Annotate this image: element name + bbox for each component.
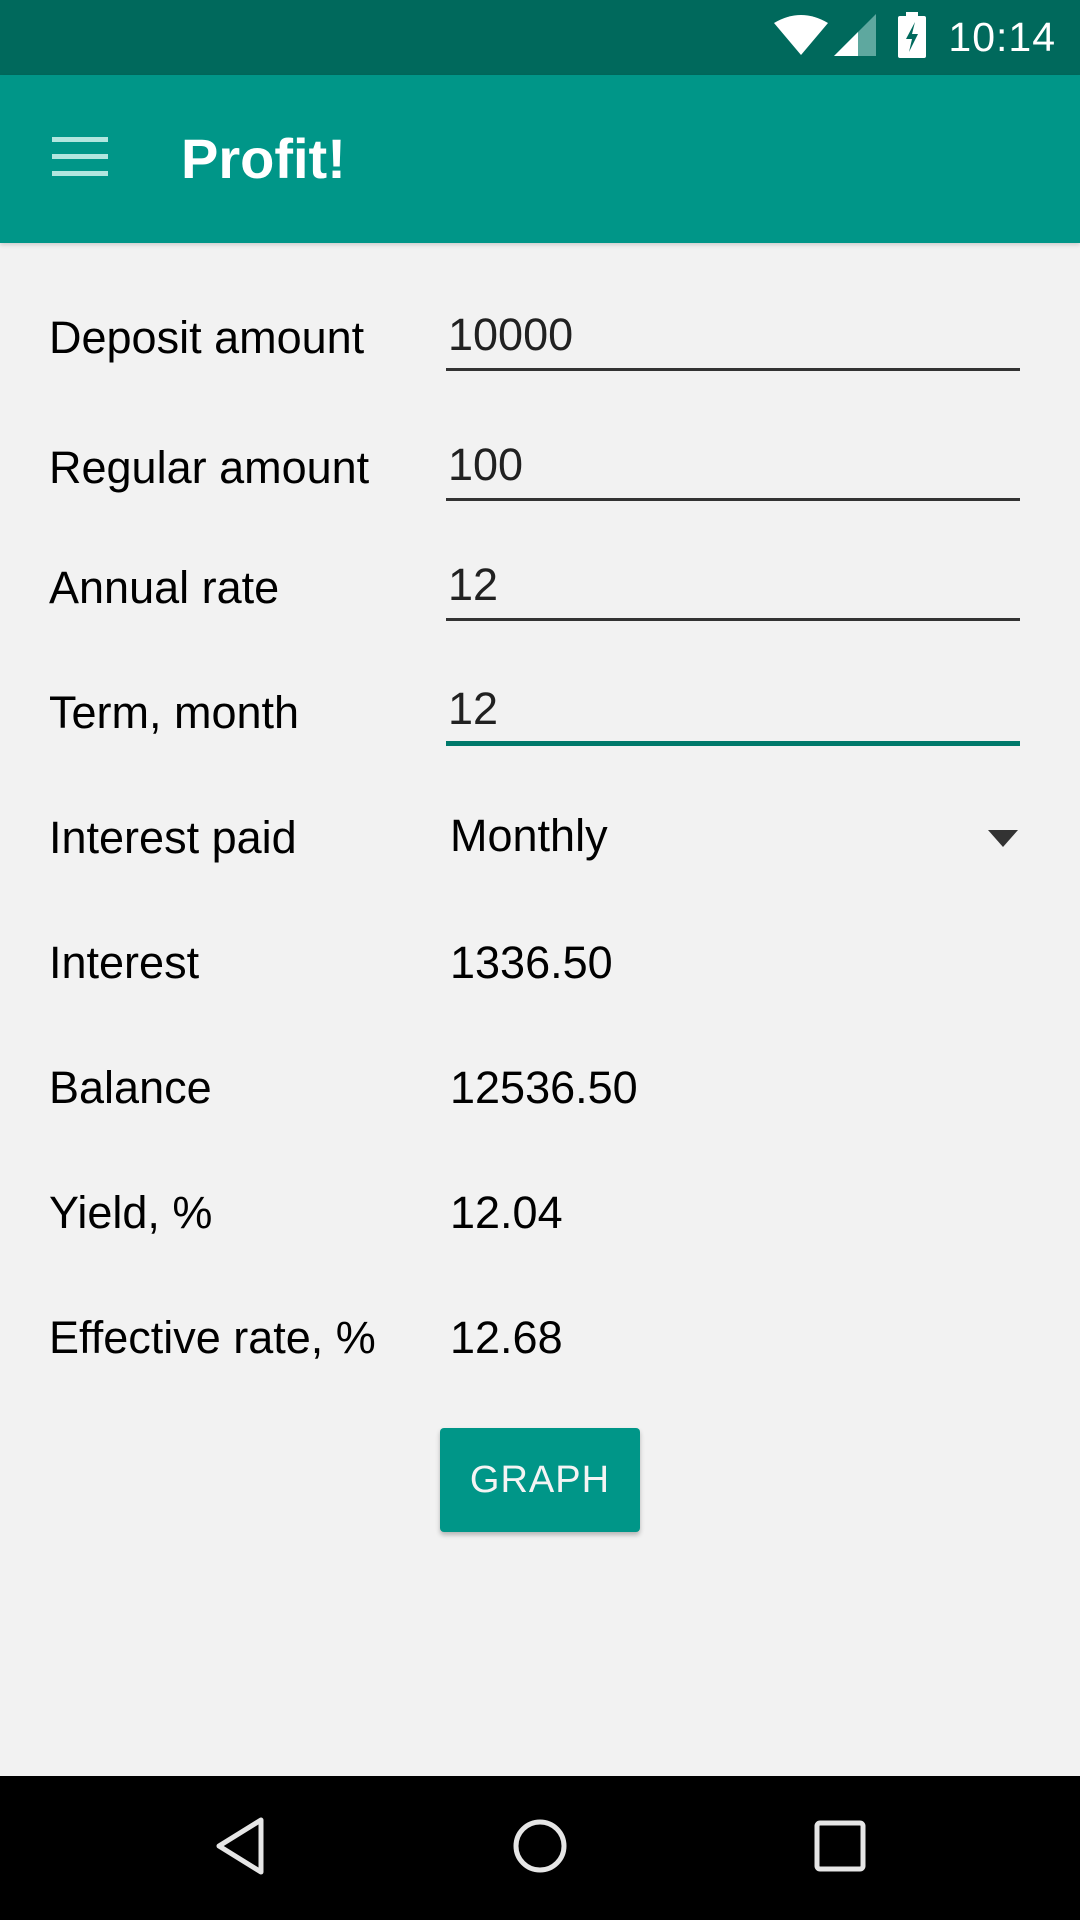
wifi-icon [774,15,829,60]
home-button[interactable] [490,1798,590,1898]
effective-rate-value: 12.68 [450,1312,563,1363]
home-icon [512,1818,568,1879]
regular-label: Regular amount [49,442,370,493]
yield-row: Yield, % 12.04 [0,1175,1080,1275]
status-bar: 10:14 [0,0,1080,75]
regular-input[interactable] [446,431,1020,501]
interest-value: 1336.50 [450,937,613,988]
cell-signal-icon [834,14,877,61]
effective-rate-row: Effective rate, % 12.68 [0,1300,1080,1400]
graph-button[interactable]: GRAPH [440,1428,640,1532]
term-input[interactable] [446,676,1020,746]
regular-row: Regular amount [0,430,1080,530]
interest-paid-label: Interest paid [49,812,297,863]
balance-value: 12536.50 [450,1062,638,1113]
recents-button[interactable] [790,1798,890,1898]
term-label: Term, month [49,687,300,738]
balance-label: Balance [49,1062,212,1113]
back-icon [213,1816,267,1881]
deposit-label: Deposit amount [49,312,365,363]
status-time: 10:14 [948,14,1056,60]
yield-label: Yield, % [49,1187,213,1238]
rate-row: Annual rate [0,550,1080,650]
deposit-input[interactable] [446,301,1020,371]
battery-charging-icon [898,12,927,63]
interest-row: Interest 1336.50 [0,925,1080,1025]
effective-rate-label: Effective rate, % [49,1312,376,1363]
rate-input[interactable] [446,551,1020,621]
yield-value: 12.04 [450,1187,563,1238]
deposit-row: Deposit amount [0,300,1080,400]
menu-button[interactable] [40,119,120,199]
interest-paid-dropdown[interactable]: Monthly [446,800,1020,880]
rate-label: Annual rate [49,562,280,613]
recents-icon [814,1820,866,1877]
interest-paid-row: Interest paid Monthly [0,800,1080,900]
interest-label: Interest [49,937,200,988]
app-bar: Profit! [0,75,1080,243]
balance-row: Balance 12536.50 [0,1050,1080,1150]
navigation-bar [0,1776,1080,1920]
app-title: Profit! [181,127,346,190]
hamburger-menu-icon [52,136,108,182]
status-icons: 10:14 [774,0,1056,75]
interest-paid-selected: Monthly [450,810,608,861]
term-row: Term, month [0,676,1080,776]
dropdown-arrow-icon [988,830,1018,847]
back-button[interactable] [190,1798,290,1898]
